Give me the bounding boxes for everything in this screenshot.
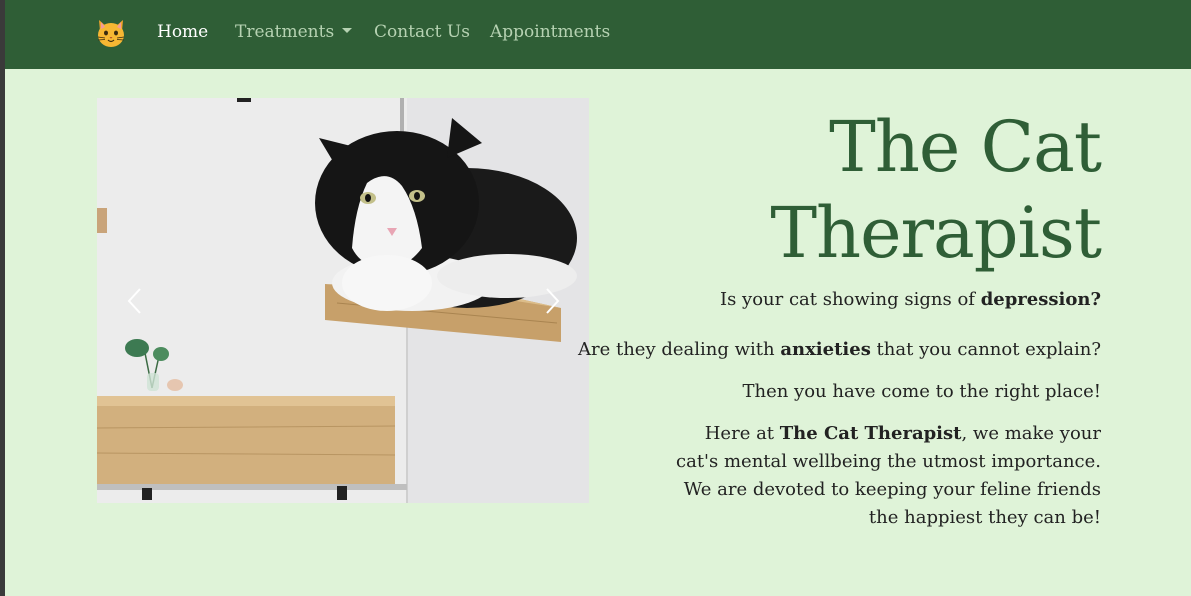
p4-bold: The Cat Therapist (779, 423, 962, 444)
nav-treatments-dropdown[interactable]: Treatments (235, 22, 353, 42)
p2-bold: anxieties (780, 339, 871, 360)
nav-appointments-link[interactable]: Appointments (490, 22, 610, 42)
nav-contact-link[interactable]: Contact Us (374, 22, 470, 42)
p2-text: Are they dealing with (577, 339, 781, 360)
intro-question-1: Is your cat showing signs of depression? (501, 286, 1101, 314)
p1-bold: depression? (980, 289, 1101, 310)
title-line-1: The Cat (829, 106, 1102, 188)
intro-question-2: Are they dealing with anxieties that you… (501, 336, 1101, 364)
intro-statement: Then you have come to the right place! (742, 381, 1101, 402)
nav-home-link[interactable]: Home (157, 22, 208, 42)
carousel-prev-button[interactable] (125, 286, 145, 316)
caret-down-icon (342, 28, 353, 33)
chevron-left-icon (127, 288, 141, 314)
p4-text: Here at (704, 423, 780, 444)
p2-text-end: that you cannot explain? (870, 339, 1101, 360)
nav-treatments-label: Treatments (235, 22, 335, 42)
intro-description: Here at The Cat Therapist, we make your … (501, 420, 1101, 532)
navbar: Home Treatments Contact Us Appointments (5, 0, 1191, 69)
title-line-2: Therapist (770, 192, 1102, 274)
page-title: The Cat Therapist (501, 104, 1102, 276)
hero-text: The Cat Therapist Is your cat showing sig… (501, 104, 1102, 532)
page: Home Treatments Contact Us Appointments (5, 0, 1191, 596)
p1-text: Is your cat showing signs of (719, 289, 981, 310)
cat-face-icon[interactable] (95, 17, 127, 49)
